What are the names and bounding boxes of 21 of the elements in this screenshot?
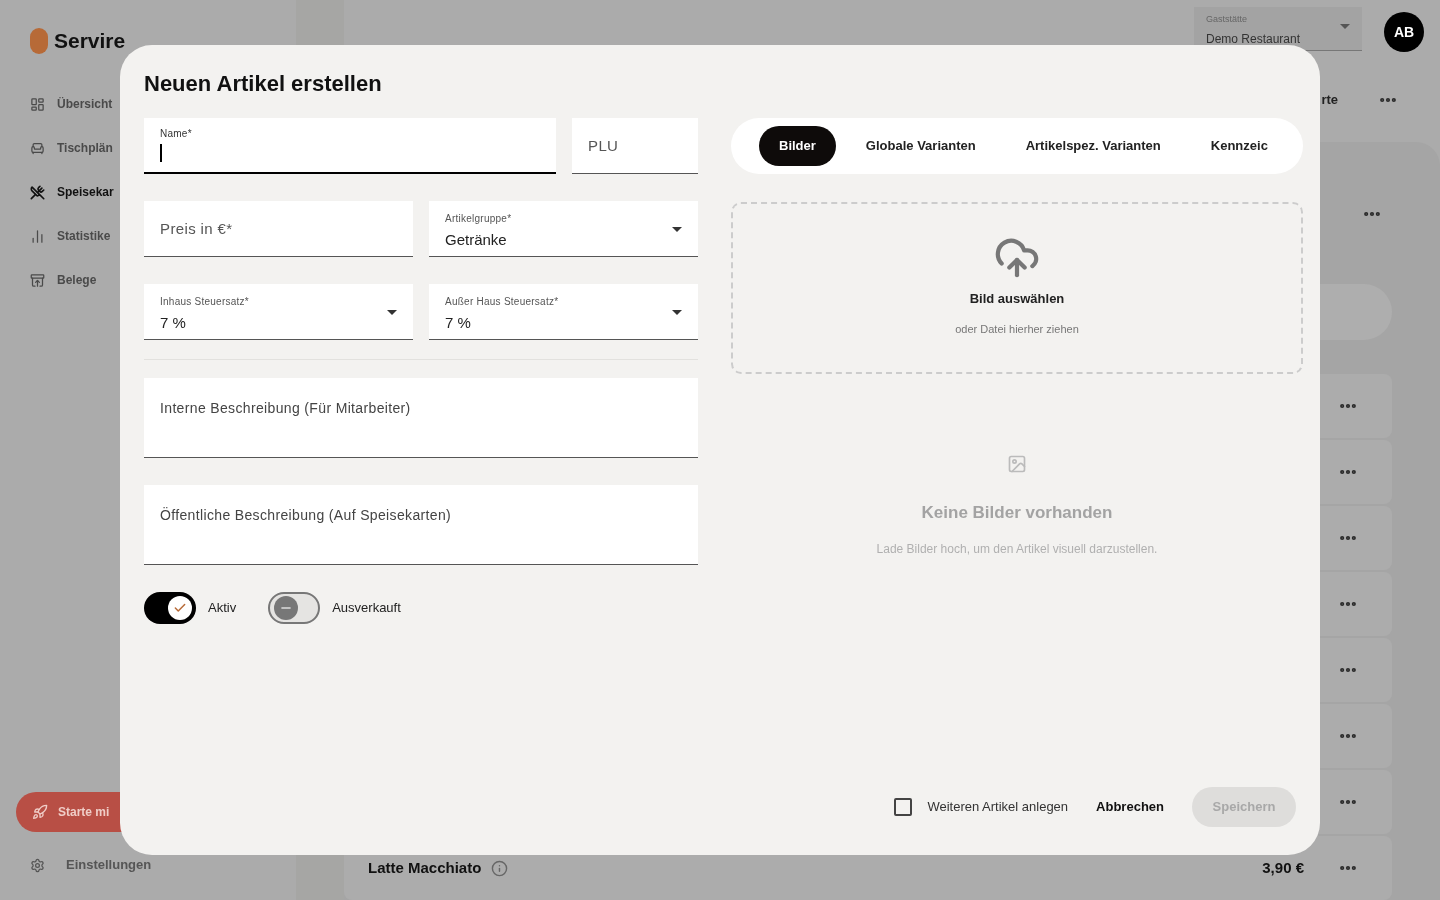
- dropzone-title: Bild auswählen: [969, 290, 1065, 308]
- dialog-title: Neuen Artikel erstellen: [144, 70, 383, 98]
- checkbox-label: Weiteren Artikel anlegen: [927, 798, 1069, 817]
- field-label: Außer Haus Steuersatz*: [445, 296, 559, 308]
- field-value: Demo Restaurant: [1206, 30, 1301, 48]
- field-label: Gaststätte: [1206, 13, 1248, 26]
- empty-title: Keine Bilder vorhanden: [921, 502, 1113, 524]
- item-price: 3,90 €: [1262, 857, 1304, 878]
- field-label: Name*: [160, 128, 193, 140]
- empty-subtitle: Lade Bilder hoch, um den Artikel visuell darzustellen.: [876, 540, 1158, 558]
- field-value: Getränke: [445, 231, 507, 249]
- field-label: Inhaus Steuersatz*: [160, 296, 249, 308]
- item-name: Latte Macchiato: [368, 857, 482, 878]
- field-value: 7 %: [445, 314, 471, 332]
- toggle-label: Aktiv: [208, 599, 237, 618]
- field-value: 7 %: [160, 314, 186, 332]
- toggle-label: Ausverkauft: [332, 599, 401, 618]
- field-label: Artikelgruppe*: [445, 213, 512, 225]
- page-heading: rte: [1321, 91, 1338, 109]
- dropzone-subtitle: oder Datei hierher ziehen: [955, 321, 1079, 337]
- logo-text: Servire: [54, 28, 126, 55]
